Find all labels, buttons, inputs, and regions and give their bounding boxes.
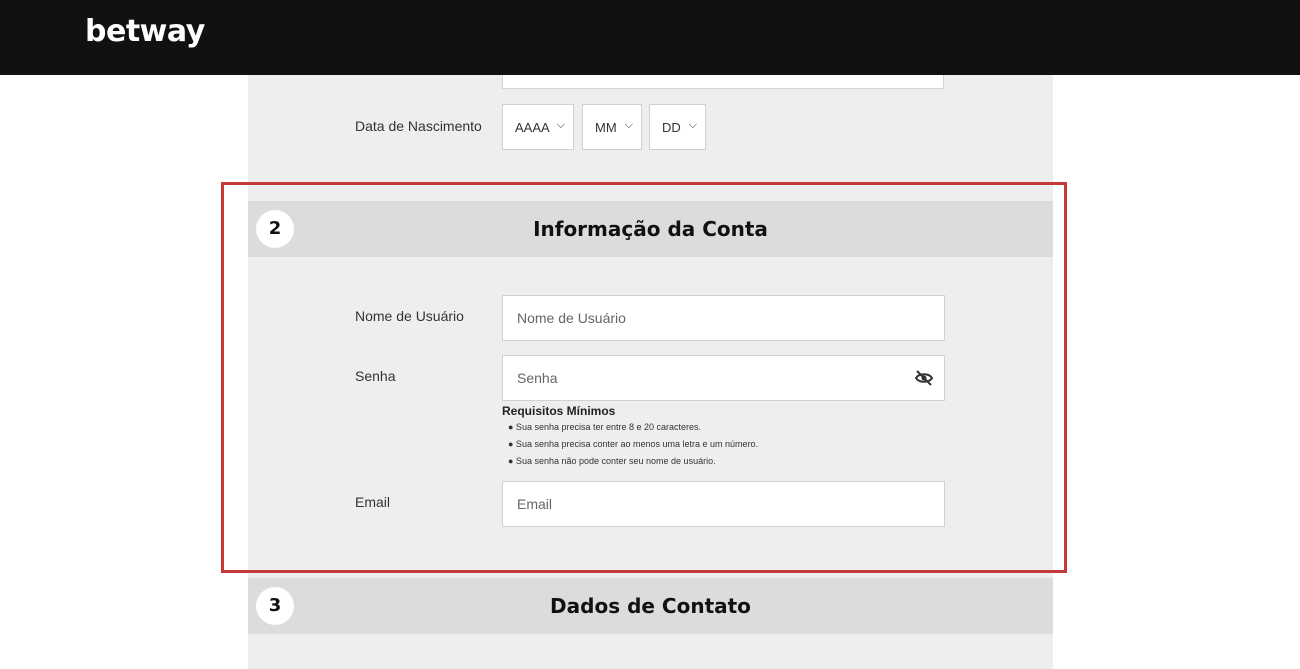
password-placeholder: Senha (517, 370, 558, 386)
username-placeholder: Nome de Usuário (517, 310, 626, 326)
username-input[interactable]: Nome de Usuário (502, 295, 945, 341)
password-requirement-item: ● Sua senha não pode conter seu nome de … (508, 456, 716, 466)
top-navigation-bar: betway (0, 0, 1300, 75)
year-select-value: AAAA (515, 119, 550, 135)
eye-slash-icon[interactable] (914, 369, 934, 387)
account-info-title: Informação da Conta (533, 217, 768, 241)
month-select-value: MM (595, 119, 617, 135)
day-select-value: DD (662, 119, 681, 135)
day-select[interactable]: DD ⌵ (649, 104, 706, 150)
email-input[interactable]: Email (502, 481, 945, 527)
month-select[interactable]: MM ⌵ (582, 104, 642, 150)
chevron-down-icon: ⌵ (556, 119, 565, 131)
password-requirements-title: Requisitos Mínimos (502, 404, 616, 418)
dob-label: Data de Nascimento (355, 118, 482, 134)
contact-data-title: Dados de Contato (550, 594, 751, 618)
chevron-down-icon: ⌵ (624, 119, 633, 131)
username-label: Nome de Usuário (355, 308, 464, 324)
contact-data-section-header: 3 Dados de Contato (248, 578, 1053, 634)
chevron-down-icon: ⌵ (688, 119, 697, 131)
account-info-section-header: 2 Informação da Conta (248, 201, 1053, 257)
password-requirement-item: ● Sua senha precisa ter entre 8 e 20 car… (508, 422, 702, 432)
email-placeholder: Email (517, 496, 553, 512)
year-select[interactable]: AAAA ⌵ (502, 104, 574, 150)
email-label: Email (355, 494, 391, 510)
password-label: Senha (355, 368, 396, 384)
password-requirement-item: ● Sua senha precisa conter ao menos uma … (508, 439, 759, 449)
password-input[interactable]: Senha (502, 355, 945, 401)
betway-logo[interactable]: betway (85, 14, 205, 49)
